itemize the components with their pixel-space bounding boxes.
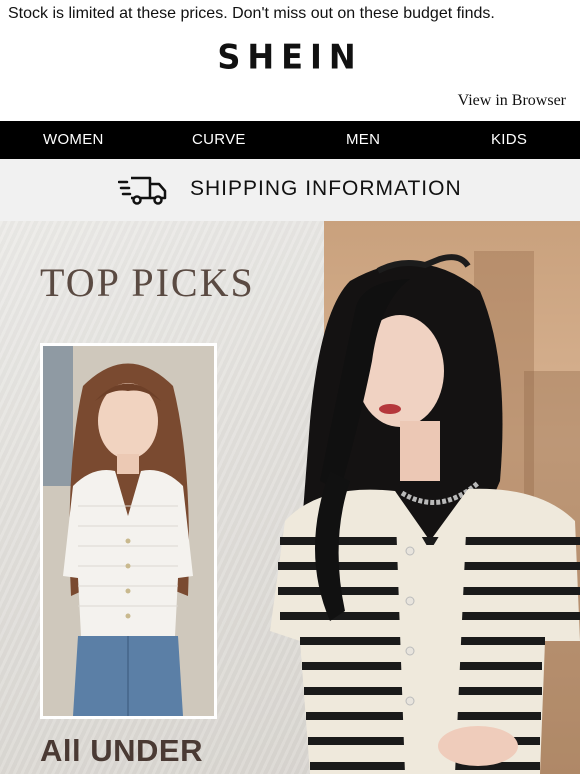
shipping-information-label: SHIPPING INFORMATION — [190, 177, 462, 200]
nav-item-curve[interactable]: CURVE — [192, 131, 246, 148]
nav-item-men[interactable]: MEN — [346, 131, 380, 148]
model-striped-top-illustration — [270, 254, 580, 774]
nav-item-women[interactable]: WOMEN — [43, 131, 104, 148]
shipping-information-banner[interactable]: SHIPPING INFORMATION — [0, 159, 580, 221]
view-in-browser-link[interactable]: View in Browser — [458, 92, 566, 110]
brand-logo[interactable]: SHEIN — [0, 37, 580, 77]
preheader-text: Stock is limited at these prices. Don't … — [8, 5, 495, 22]
hero-banner[interactable]: TOP PICKS All UNDER — [0, 221, 580, 774]
truck-icon — [118, 176, 167, 205]
nav-item-kids[interactable]: KIDS — [491, 131, 527, 148]
main-nav: WOMEN CURVE MEN KIDS — [0, 121, 580, 159]
brand-logo-text: SHEIN — [217, 37, 363, 77]
